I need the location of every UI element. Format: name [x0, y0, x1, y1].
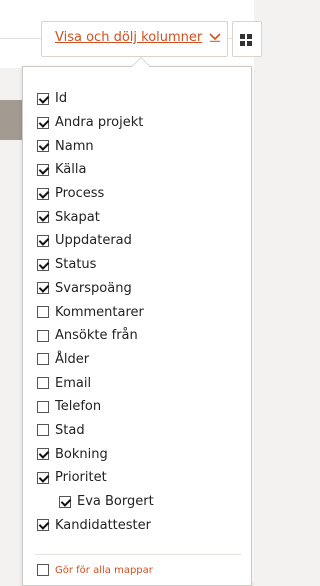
column-checkbox[interactable] [37, 234, 49, 247]
column-option[interactable]: Kommentarer [37, 300, 154, 324]
column-label: Status [55, 257, 97, 273]
column-label: Kommentarer [55, 304, 144, 320]
column-checkbox[interactable] [37, 92, 49, 105]
column-option[interactable]: Telefon [37, 395, 154, 419]
column-checkbox[interactable] [37, 211, 49, 224]
column-label: Skapat [55, 209, 100, 225]
grid-view-button[interactable] [232, 21, 262, 57]
column-checkbox[interactable] [37, 400, 49, 413]
dropdown-caret-fill [132, 58, 150, 67]
column-label: Process [55, 186, 105, 202]
column-label: Källa [55, 162, 87, 178]
column-label: Ålder [55, 351, 90, 367]
column-list: Id Andra projekt Namn Källa Process Skapat Upp… [37, 87, 154, 537]
column-option[interactable]: Email [37, 371, 154, 395]
show-hide-columns-label: Visa och dölj kolumner [55, 30, 203, 45]
column-option[interactable]: Status [37, 253, 154, 277]
column-checkbox[interactable] [37, 187, 49, 200]
column-checkbox[interactable] [37, 471, 49, 484]
column-checkbox[interactable] [37, 306, 49, 319]
column-label: Stad [55, 422, 85, 438]
column-checkbox[interactable] [37, 448, 49, 461]
column-checkbox[interactable] [37, 258, 49, 271]
column-label: Telefon [55, 399, 102, 415]
column-checkbox[interactable] [37, 116, 49, 129]
dropdown-divider [35, 554, 241, 555]
column-checkbox[interactable] [37, 140, 49, 153]
column-checkbox[interactable] [37, 424, 49, 437]
column-option[interactable]: Andra projekt [37, 111, 154, 135]
column-label: Kandidattester [55, 517, 151, 533]
column-option[interactable]: Ansökte från [37, 324, 154, 348]
column-option[interactable]: Skapat [37, 205, 154, 229]
column-option[interactable]: Stad [37, 419, 154, 443]
column-label: Bokning [55, 446, 108, 462]
column-label: Email [55, 375, 92, 391]
column-label: Andra projekt [55, 115, 144, 131]
column-option[interactable]: Svarspoäng [37, 277, 154, 301]
grid-icon [240, 34, 252, 46]
column-option[interactable]: Process [37, 182, 154, 206]
column-option[interactable]: Bokning [37, 442, 154, 466]
column-option[interactable]: Id [37, 87, 154, 111]
column-label: Id [55, 91, 68, 107]
column-label: Namn [55, 138, 94, 154]
column-option[interactable]: Prioritet [37, 466, 154, 490]
column-checkbox[interactable] [37, 282, 49, 295]
column-label: Uppdaterad [55, 233, 132, 249]
column-label: Svarspoäng [55, 280, 132, 296]
column-option[interactable]: Uppdaterad [37, 229, 154, 253]
column-option[interactable]: Namn [37, 134, 154, 158]
column-checkbox[interactable] [37, 377, 49, 390]
apply-all-folders-checkbox[interactable] [37, 564, 49, 576]
column-option[interactable]: Eva Borgert [37, 490, 154, 514]
column-label: Prioritet [55, 470, 107, 486]
column-label: Eva Borgert [77, 494, 154, 510]
column-checkbox[interactable] [37, 329, 49, 342]
column-checkbox[interactable] [59, 495, 71, 508]
apply-all-folders-option[interactable]: Gör för alla mappar [37, 564, 153, 576]
column-option[interactable]: Ålder [37, 348, 154, 372]
column-checkbox[interactable] [37, 163, 49, 176]
table-body-edge [252, 68, 254, 583]
apply-all-folders-label: Gör för alla mappar [55, 564, 153, 576]
column-label: Ansökte från [55, 328, 138, 344]
column-option[interactable]: Kandidattester [37, 513, 154, 537]
column-visibility-dropdown: Id Andra projekt Namn Källa Process Skapat Upp… [22, 66, 252, 586]
column-checkbox[interactable] [37, 519, 49, 532]
chevron-down-icon [209, 33, 221, 42]
column-checkbox[interactable] [37, 353, 49, 366]
show-hide-columns-button[interactable]: Visa och dölj kolumner [41, 21, 228, 57]
table-header-band [0, 100, 22, 140]
column-option[interactable]: Källa [37, 158, 154, 182]
